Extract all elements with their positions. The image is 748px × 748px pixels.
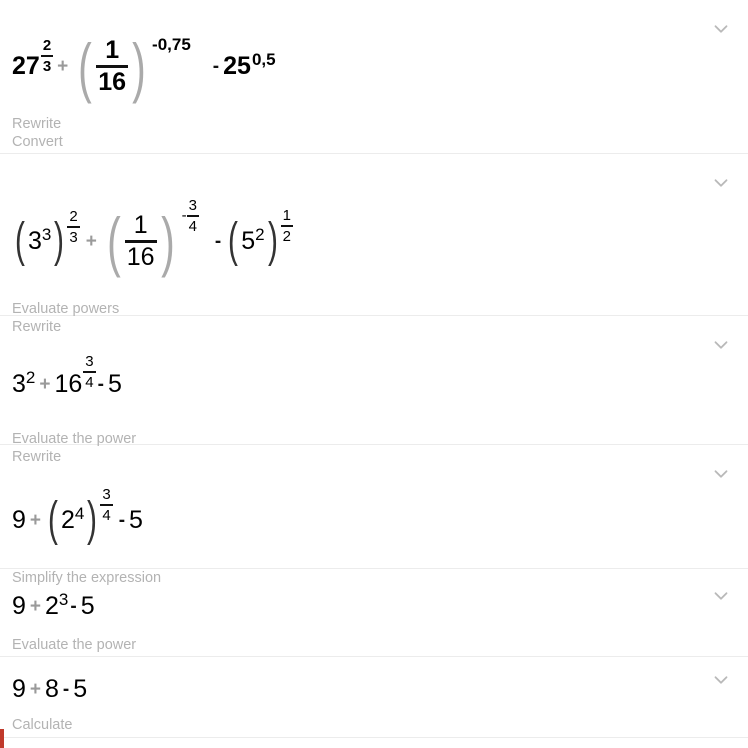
term-fraction-pow: ( 1 16 ) - 3 4: [106, 197, 199, 278]
exponent-value: 2: [25, 367, 36, 387]
exponent-fraction: 3 4: [83, 353, 96, 391]
fraction-numerator: 3: [85, 353, 94, 370]
term-27-pow: 27 2 3: [12, 36, 54, 96]
operator-plus: +: [29, 509, 42, 531]
hint-line: Calculate: [12, 717, 73, 733]
fraction-bar: [100, 504, 113, 506]
exponent-fraction: 2 3: [40, 36, 54, 75]
hint-line: Convert: [12, 134, 63, 150]
fraction-one-sixteenth: 1 16: [96, 36, 129, 96]
step-expression: 3 2 + 16 3 4 - 5: [12, 316, 736, 416]
fraction-numerator: 3: [102, 486, 111, 503]
fraction-bar: [40, 54, 54, 57]
exponent-fraction: 3 4: [186, 197, 199, 235]
term-3cubed-pow: ( 3 3 ) 2 3: [15, 208, 80, 267]
term-16-pow: 16 3 4: [54, 353, 96, 414]
step-expression: ( 3 3 ) 2 3 + ( 1 16) - 3 4 - (5 2) 1…: [12, 154, 736, 286]
exponent-value: -0,75: [152, 35, 191, 54]
step-expression: 27 2 3 + ( 1 16 ) -0,75 - 25 0,5: [12, 0, 736, 104]
term-5squared-pow: ( 5 2 ) 1 2: [228, 207, 293, 267]
operator-plus: +: [57, 56, 69, 77]
term-9: 9: [12, 505, 26, 534]
fraction-denominator: 4: [85, 374, 94, 391]
fraction-bar: [83, 371, 96, 373]
fraction-bar: [186, 215, 199, 217]
fraction-denominator: 4: [188, 218, 197, 235]
operator-plus: +: [29, 596, 42, 617]
base-number: 5: [241, 226, 256, 255]
fraction-numerator: 1: [105, 36, 120, 64]
fraction-numerator: 3: [188, 197, 197, 214]
step-hints: Calculate: [12, 704, 736, 746]
fraction-denominator: 16: [98, 68, 127, 96]
step-row[interactable]: 3 2 + 16 3 4 - 5 Evaluate the power Rewr…: [0, 316, 748, 465]
step-expression: 9 + 8 - 5: [12, 657, 736, 704]
term-25-pow: 25 0,5: [223, 51, 275, 82]
exponent-value: 0,5: [251, 50, 276, 69]
fraction-bar: [67, 226, 80, 228]
fraction-denominator: 2: [282, 228, 291, 245]
fraction-one-sixteenth: 1 16: [124, 210, 157, 271]
hint-line: Evaluate the power: [12, 637, 137, 653]
solution-steps-list: 27 2 3 + ( 1 16 ) -0,75 - 25 0,5 Rewrite…: [0, 0, 748, 738]
exponent-value: 3: [58, 590, 69, 609]
base-number: 16: [54, 369, 83, 398]
step-row[interactable]: 9 + ( 2 4 ) 3 4 - 5 Simplify the express…: [0, 445, 748, 586]
term-5: 5: [107, 369, 122, 398]
exponent-fraction: 3 4: [100, 486, 113, 524]
step-row[interactable]: ( 3 3 ) 2 3 + ( 1 16) - 3 4 - (5 2) 1…: [0, 154, 748, 335]
fraction-numerator: 2: [42, 36, 52, 54]
fraction-denominator: 16: [126, 242, 155, 271]
red-accent-bar: [0, 729, 4, 748]
base-number: 2: [61, 505, 75, 534]
term-5: 5: [80, 592, 95, 620]
operator-plus: +: [39, 373, 51, 395]
step-row[interactable]: 9 + 2 3 - 5 Evaluate the power: [0, 569, 748, 657]
inner-exponent: 4: [74, 503, 85, 523]
base-number: 27: [12, 52, 40, 80]
term-5: 5: [129, 505, 143, 534]
inner-exponent: 3: [41, 224, 52, 244]
term-2cubed: 2 3: [45, 591, 68, 622]
term-9: 9: [12, 675, 26, 703]
fraction-denominator: 3: [42, 57, 52, 75]
term-8: 8: [45, 675, 59, 703]
operator-minus: -: [97, 373, 104, 395]
step-row[interactable]: 27 2 3 + ( 1 16 ) -0,75 - 25 0,5 Rewrite…: [0, 0, 748, 154]
exponent-fraction: 2 3: [67, 208, 80, 246]
operator-minus: -: [214, 230, 222, 252]
fraction-denominator: 4: [102, 507, 111, 524]
base-number: 2: [45, 592, 59, 620]
base-number: 25: [223, 52, 251, 80]
step-expression: 9 + ( 2 4 ) 3 4 - 5: [12, 445, 736, 555]
base-number: 3: [27, 226, 42, 255]
operator-minus: -: [212, 56, 220, 77]
step-expression: 9 + 2 3 - 5: [12, 569, 736, 624]
fraction-numerator: 1: [282, 207, 291, 224]
fraction-numerator: 2: [69, 208, 78, 225]
operator-minus: -: [70, 596, 77, 617]
operator-plus: +: [29, 679, 42, 700]
term-9: 9: [12, 592, 26, 620]
base-number: 3: [12, 369, 26, 398]
fraction-denominator: 3: [69, 229, 78, 246]
term-3squared: 3 2: [12, 369, 35, 400]
term-fraction-pow: ( 1 16 ) -0,75: [78, 29, 191, 104]
operator-minus: -: [62, 679, 70, 700]
fraction-numerator: 1: [133, 210, 148, 239]
hint-line: Rewrite: [12, 116, 62, 132]
exponent-fraction: 1 2: [280, 207, 293, 245]
operator-plus: +: [85, 230, 97, 252]
fraction-bar: [280, 225, 293, 227]
inner-exponent: 2: [255, 224, 265, 244]
step-row[interactable]: 9 + 8 - 5 Calculate: [0, 657, 748, 738]
operator-minus: -: [118, 509, 126, 531]
term-2to4-pow: ( 2 4 ) 3 4: [48, 486, 113, 546]
term-5: 5: [73, 675, 88, 703]
